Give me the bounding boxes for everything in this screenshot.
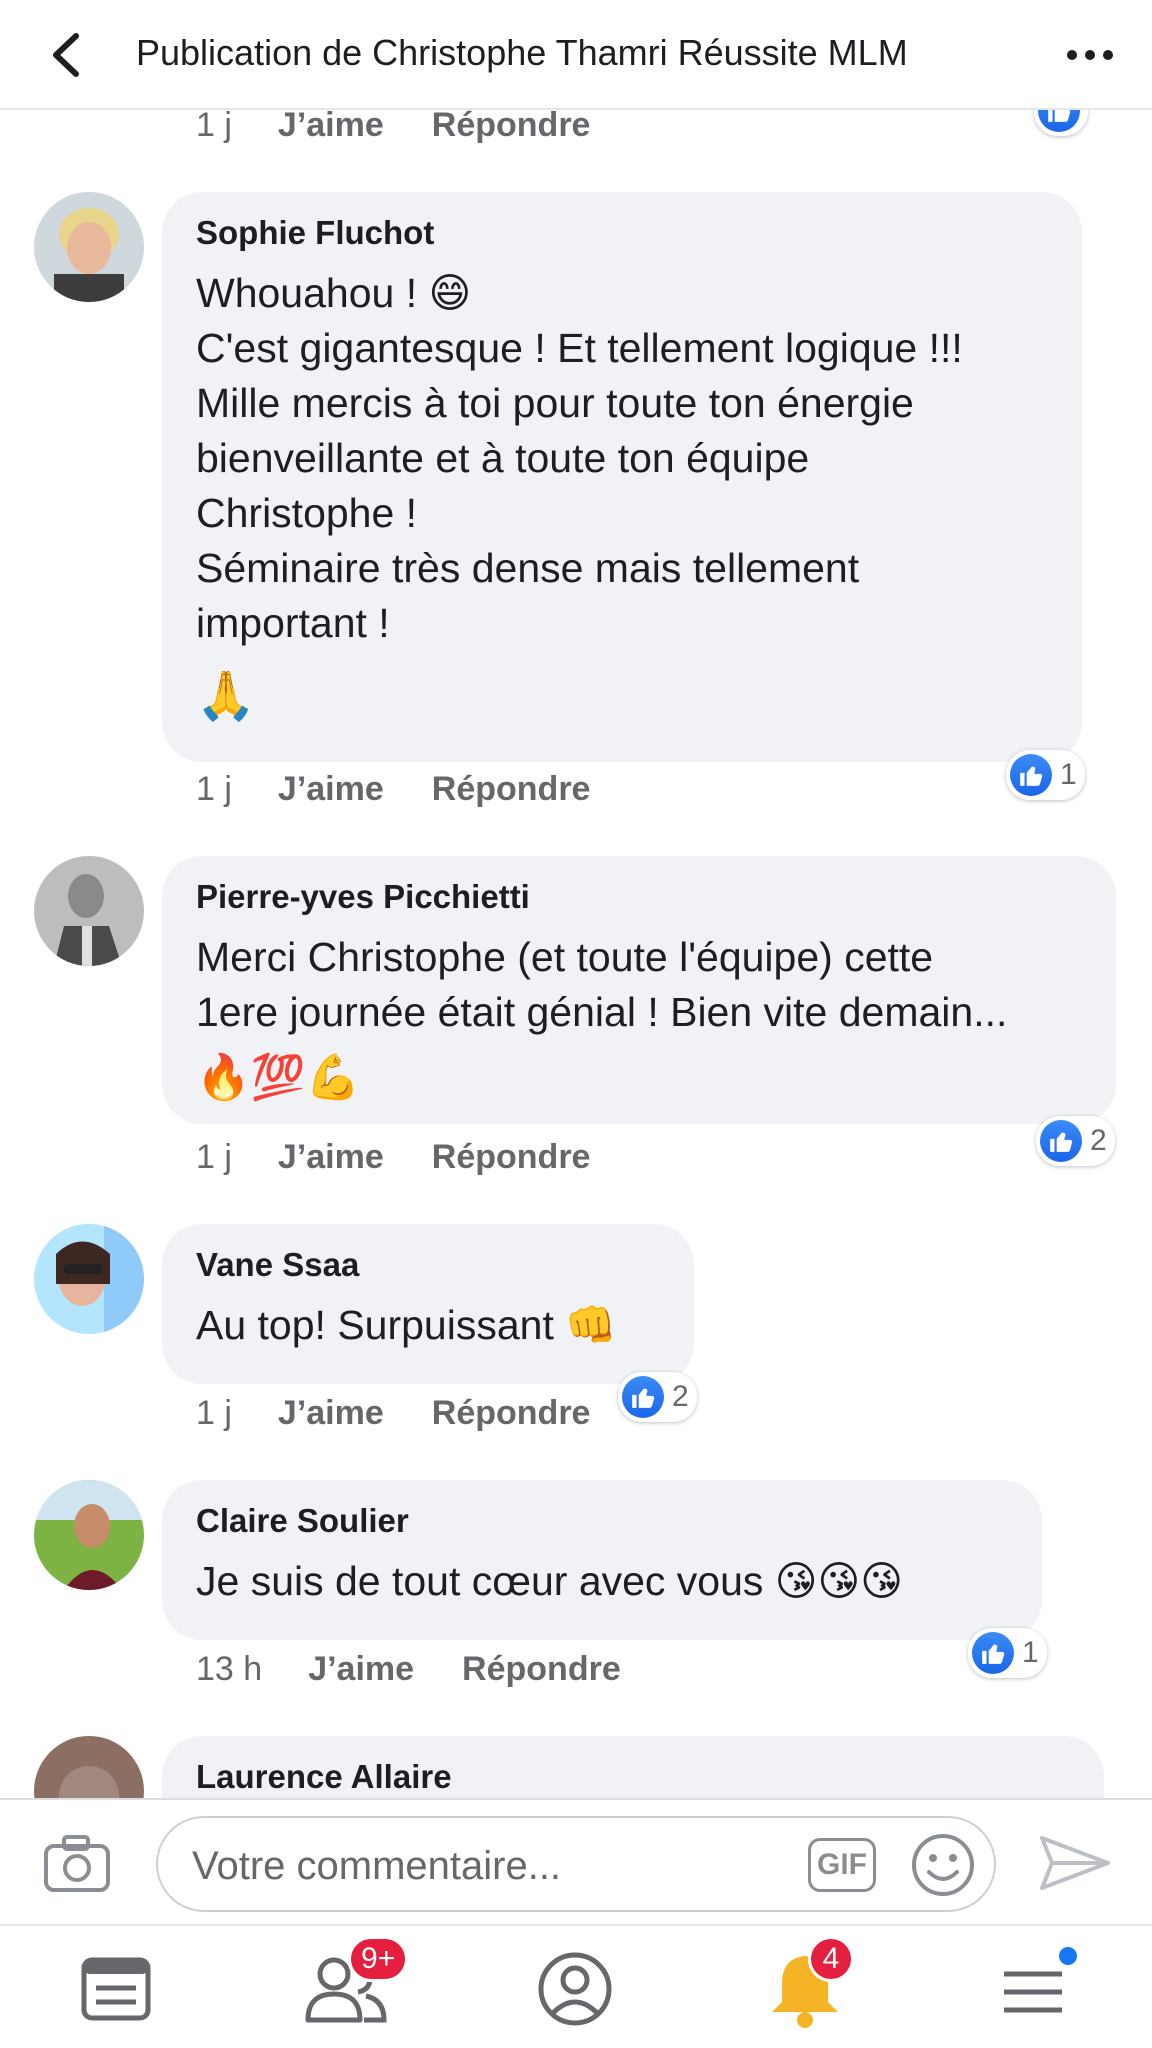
comment-bubble: Sophie Fluchot Whouahou ! 😄 C'est gigant… — [162, 192, 1082, 762]
reaction-count[interactable] — [1034, 110, 1088, 136]
comment-composer: Votre commentaire... GIF — [0, 1798, 1152, 1924]
like-count: 2 — [672, 1380, 689, 1413]
comment-author[interactable]: Sophie Fluchot — [196, 214, 1048, 252]
comment-text: Merci Christophe (et toute l'équipe) cet… — [196, 934, 1008, 1035]
reply-button[interactable]: Répondre — [432, 1394, 591, 1433]
like-count: 1 — [1060, 758, 1077, 791]
like-count: 2 — [1090, 1124, 1107, 1157]
comment-emoji: 🔥💯💪 — [196, 1053, 361, 1102]
comment-actions: 1 j J’aime Répondre — [196, 1138, 590, 1177]
comment-bubble: Laurence Allaire — [162, 1736, 1104, 1798]
thumbs-up-icon — [1040, 1120, 1082, 1162]
more-dots-icon[interactable] — [1060, 30, 1120, 80]
comment-bubble: Claire Soulier Je suis de tout cœur avec… — [162, 1480, 1042, 1640]
avatar[interactable] — [34, 1480, 144, 1590]
thumbs-up-icon — [972, 1632, 1014, 1674]
avatar[interactable] — [34, 856, 144, 966]
comments-list[interactable]: 1 j J’aime Répondre Sophie Fluchot Whoua… — [0, 110, 1152, 1798]
reaction-count[interactable]: 1 — [1006, 750, 1085, 800]
comment-actions: 1 j J’aime Répondre — [196, 770, 590, 809]
menu-new-dot — [1056, 1944, 1080, 1968]
comment-bubble: Vane Ssaa Au top! Surpuissant 👊 — [162, 1224, 694, 1384]
reply-button[interactable]: Répondre — [432, 110, 591, 145]
comment-input[interactable]: Votre commentaire... GIF — [156, 1816, 996, 1912]
like-button[interactable]: J’aime — [278, 110, 384, 145]
reaction-count[interactable]: 1 — [968, 1628, 1047, 1678]
like-button[interactable]: J’aime — [278, 1394, 384, 1433]
comment-time: 1 j — [196, 1394, 232, 1432]
notifications-tab[interactable]: 4 — [760, 1936, 854, 2034]
notifications-badge: 4 — [808, 1936, 854, 1982]
reply-button[interactable]: Répondre — [432, 1138, 591, 1177]
comment-text: Je suis de tout cœur avec vous 😘😘😘 — [196, 1558, 904, 1604]
news-feed-icon[interactable] — [72, 1944, 162, 2034]
comment-actions: 1 j J’aime Répondre — [196, 1394, 590, 1433]
reaction-count[interactable]: 2 — [618, 1372, 697, 1422]
comment-time: 1 j — [196, 1138, 232, 1176]
like-button[interactable]: J’aime — [308, 1650, 414, 1689]
profile-icon[interactable] — [530, 1944, 620, 2034]
comment-time: 1 j — [196, 770, 232, 808]
comment-input-placeholder[interactable]: Votre commentaire... — [192, 1844, 561, 1889]
thumbs-up-icon — [1038, 110, 1080, 132]
page-title: Publication de Christophe Thamri Réussit… — [136, 32, 908, 73]
send-icon[interactable] — [1038, 1832, 1112, 1894]
comment-bubble: Pierre-yves Picchietti Merci Christophe … — [162, 856, 1116, 1124]
friends-tab[interactable]: 9+ — [300, 1936, 409, 2034]
top-bar: Publication de Christophe Thamri Réussit… — [0, 0, 1152, 110]
bottom-nav: 9+ 4 — [0, 1924, 1152, 2048]
comment-emoji: 🙏 — [196, 670, 256, 723]
reaction-count[interactable]: 2 — [1036, 1116, 1115, 1166]
comment-time: 13 h — [196, 1650, 263, 1688]
thumbs-up-icon — [622, 1376, 664, 1418]
comment-author[interactable]: Laurence Allaire — [196, 1758, 1070, 1796]
gif-button[interactable]: GIF — [808, 1838, 876, 1892]
like-button[interactable]: J’aime — [278, 1138, 384, 1177]
like-button[interactable]: J’aime — [278, 770, 384, 809]
avatar[interactable] — [34, 192, 144, 302]
comment-text: Whouahou ! 😄 C'est gigantesque ! Et tell… — [196, 270, 963, 646]
comment-author[interactable]: Pierre-yves Picchietti — [196, 878, 1082, 916]
avatar[interactable] — [34, 1736, 144, 1798]
back-arrow-icon[interactable] — [44, 30, 88, 80]
camera-icon[interactable] — [42, 1832, 112, 1894]
comment-actions: 13 h J’aime Répondre — [196, 1650, 621, 1689]
comment-time: 1 j — [196, 110, 232, 144]
comment-author[interactable]: Vane Ssaa — [196, 1246, 660, 1284]
thumbs-up-icon — [1010, 754, 1052, 796]
reply-button[interactable]: Répondre — [462, 1650, 621, 1689]
friends-badge: 9+ — [348, 1936, 409, 1982]
avatar[interactable] — [34, 1224, 144, 1334]
like-count: 1 — [1022, 1636, 1039, 1669]
reply-button[interactable]: Répondre — [432, 770, 591, 809]
comment-actions: 1 j J’aime Répondre — [196, 110, 590, 145]
smiley-icon[interactable] — [910, 1832, 976, 1898]
comment-author[interactable]: Claire Soulier — [196, 1502, 1008, 1540]
menu-tab[interactable] — [990, 1944, 1080, 2034]
comment-text: Au top! Surpuissant 👊 — [196, 1302, 617, 1348]
